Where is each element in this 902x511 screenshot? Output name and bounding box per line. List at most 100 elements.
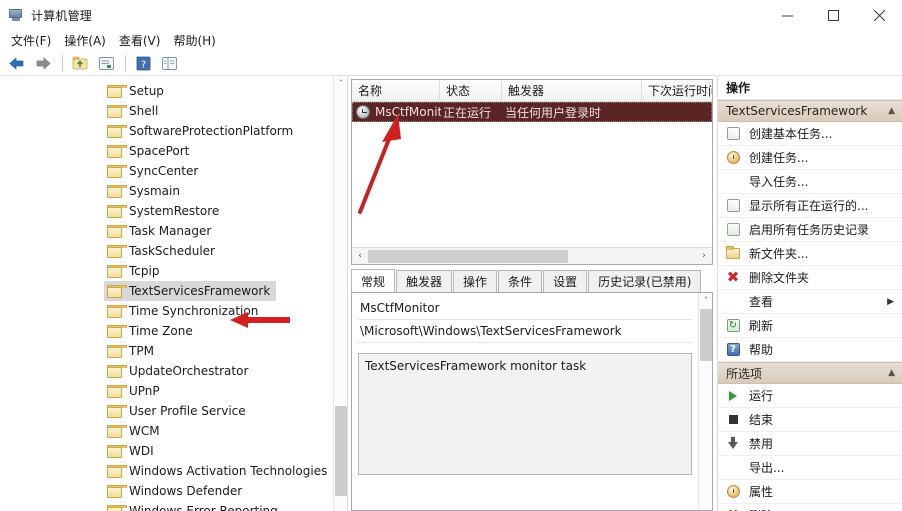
tree-item-task-manager[interactable]: Task Manager [104,221,333,241]
tree-item-label: Shell [129,104,159,118]
column-header-2[interactable]: 触发器 [502,80,642,101]
action-item-1-3[interactable]: 导出... [718,456,902,480]
tree-item-label: SyncCenter [129,164,199,178]
actions-pane-title: 操作 [718,76,902,100]
tree-item-softwareprotectionplatform[interactable]: SoftwareProtectionPlatform [104,121,333,141]
title-bar: 计算机管理 [0,0,902,30]
column-header-1[interactable]: 状态 [440,80,502,101]
folder-icon [107,444,127,458]
action-item-1-0[interactable]: 运行 [718,384,902,408]
tree-item-wcm[interactable]: WCM [104,421,333,441]
tree-item-spaceport[interactable]: SpacePort [104,141,333,161]
tree-item-taskscheduler[interactable]: TaskScheduler [104,241,333,261]
menu-view[interactable]: 查看(V) [115,30,170,52]
action-item-1-2[interactable]: 禁用 [718,432,902,456]
task-list-horizontal-scrollbar[interactable]: ‹ › [352,247,712,264]
tree-item-tcpip[interactable]: Tcpip [104,261,333,281]
detail-scroll-thumb[interactable] [700,309,712,361]
maximize-button[interactable] [810,0,856,30]
create-task-icon [725,150,741,166]
main-body: Setup Shell SoftwareProtectionPlatform Spac… [0,76,902,511]
tree-item-tpm[interactable]: TPM [104,341,333,361]
action-item-0-9[interactable]: ? 帮助 [718,338,902,362]
tab-3[interactable]: 条件 [498,270,543,292]
action-item-0-6[interactable]: ✖ 删除文件夹 [718,266,902,290]
action-item-label: 显示所有正在运行的... [749,199,869,213]
tab-1[interactable]: 触发器 [396,270,453,292]
folder-icon [107,324,127,338]
actions-section-header-0[interactable]: TextServicesFramework ▲ [718,100,902,122]
action-item-0-3[interactable]: 显示所有正在运行的... [718,194,902,218]
tab-5[interactable]: 历史记录(已禁用) [588,270,702,292]
actions-section-header-1[interactable]: 所选项 ▲ [718,362,902,384]
tree-item-upnp[interactable]: UPnP [104,381,333,401]
tree-item-label: Windows Defender [129,484,243,498]
tree-item-setup[interactable]: Setup [104,81,333,101]
tree-vertical-scrollbar[interactable]: ˄ [333,76,347,511]
clock-icon [356,105,370,119]
tab-0[interactable]: 常规 [351,269,396,292]
minimize-button[interactable] [764,0,810,30]
tree-item-label: UPnP [129,384,160,398]
tab-4[interactable]: 设置 [543,270,588,292]
tree-scroll-thumb[interactable] [335,406,347,496]
action-item-0-7[interactable]: 查看 ▶ [718,290,902,314]
scroll-right-arrow-icon[interactable]: › [696,249,712,264]
close-button[interactable] [856,0,902,30]
tab-2[interactable]: 操作 [453,270,498,292]
table-row[interactable]: MsCtfMonitor正在运行当任何用户登录时2015 [352,102,712,122]
scroll-left-arrow-icon[interactable]: ‹ [352,249,368,264]
action-item-0-2[interactable]: 导入任务... [718,170,902,194]
folder-icon [107,204,127,218]
action-item-1-5[interactable]: ✖ 删除 [718,504,902,511]
folder-icon [107,484,127,498]
help-icon[interactable]: ? [131,52,155,74]
tree-item-systemrestore[interactable]: SystemRestore [104,201,333,221]
column-header-0[interactable]: 名称 [352,80,440,101]
column-header-3[interactable]: 下次运行时间 [642,80,712,101]
detail-scroll-up-arrow-icon[interactable]: ˄ [699,293,712,308]
tree-item-sysmain[interactable]: Sysmain [104,181,333,201]
task-description-field: TextServicesFramework monitor task [358,353,692,475]
tree-item-shell[interactable]: Shell [104,101,333,121]
action-item-1-1[interactable]: 结束 [718,408,902,432]
folder-icon [107,164,127,178]
tree-item-windows-defender[interactable]: Windows Defender [104,481,333,501]
menu-file[interactable]: 文件(F) [7,30,60,52]
properties-icon[interactable] [94,52,118,74]
chevron-up-icon[interactable]: ▲ [888,368,895,378]
tree-item-label: SpacePort [129,144,190,158]
action-item-0-1[interactable]: 创建任务... [718,146,902,170]
svg-text:?: ? [140,59,145,70]
tree-item-textservicesframework[interactable]: TextServicesFramework [104,281,277,301]
actions-pane: 操作 TextServicesFramework ▲ 创建基本任务... 创建任务..… [718,76,902,511]
tree-item-time-synchronization[interactable]: Time Synchronization [104,301,333,321]
tree-item-windows-error-reporting[interactable]: Windows Error Reporting [104,501,333,511]
hscroll-track[interactable] [368,249,696,263]
action-item-1-4[interactable]: 属性 [718,480,902,504]
forward-icon[interactable] [31,52,55,74]
detail-inner: MsCtfMonitor \Microsoft\Windows\TextServ… [352,293,698,510]
action-item-0-4[interactable]: 启用所有任务历史记录 [718,218,902,242]
menu-action[interactable]: 操作(A) [60,30,115,52]
action-item-0-8[interactable]: ↻ 刷新 [718,314,902,338]
tree-item-windows-activation-technologies[interactable]: Windows Activation Technologies [104,461,333,481]
chevron-right-icon: ▶ [887,296,894,307]
back-icon[interactable] [5,52,29,74]
up-folder-icon[interactable] [68,52,92,74]
tree-item-updateorchestrator[interactable]: UpdateOrchestrator [104,361,333,381]
hscroll-thumb[interactable] [368,249,569,263]
detail-vertical-scrollbar[interactable]: ˄ [698,293,712,510]
chevron-up-icon[interactable]: ▲ [888,106,895,116]
cell-status: 正在运行 [443,105,492,120]
scroll-up-arrow-icon[interactable]: ˄ [334,76,347,91]
action-item-0-0[interactable]: 创建基本任务... [718,122,902,146]
tree-item-synccenter[interactable]: SyncCenter [104,161,333,181]
show-hide-console-tree-icon[interactable] [157,52,181,74]
tree-item-user-profile-service[interactable]: User Profile Service [104,401,333,421]
menu-help[interactable]: 帮助(H) [169,30,224,52]
action-item-0-5[interactable]: 新文件夹... [718,242,902,266]
tree-item-time-zone[interactable]: Time Zone [104,321,333,341]
tree-item-wdi[interactable]: WDI [104,441,333,461]
console-tree-pane: Setup Shell SoftwareProtectionPlatform Spac… [0,76,348,511]
